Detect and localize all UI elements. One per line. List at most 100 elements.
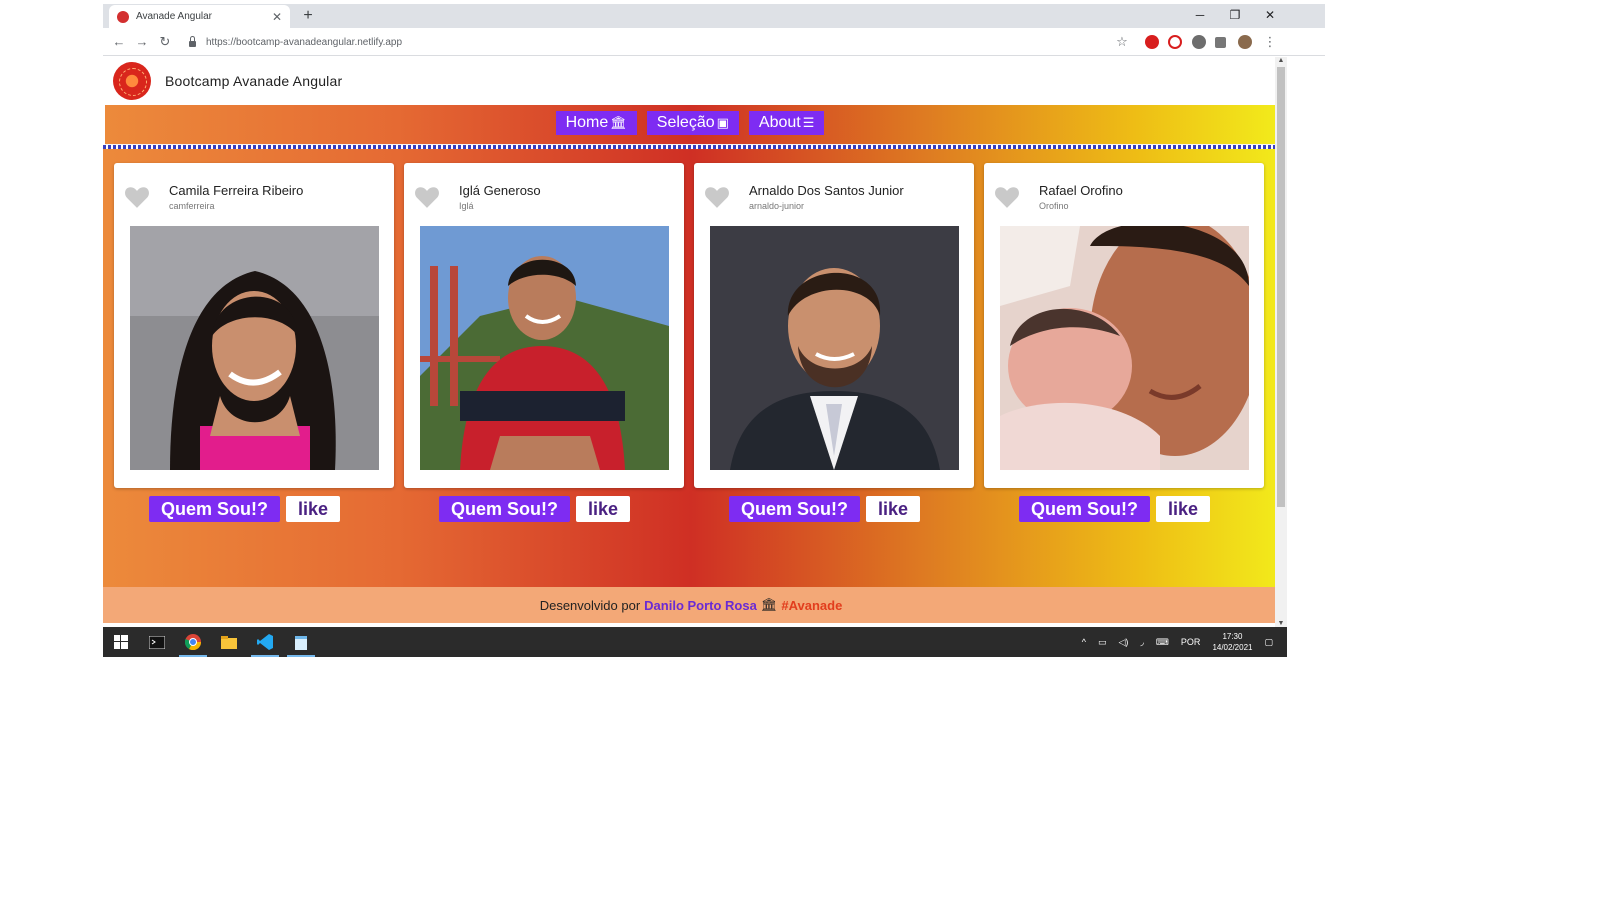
nav-home-label: Home — [565, 113, 609, 131]
footer-hashtag-link[interactable]: #Avanade — [781, 598, 842, 613]
quem-sou-button[interactable]: Quem Sou!? — [729, 496, 860, 522]
reload-button[interactable]: ↻ — [155, 32, 175, 52]
profile-card: Rafael Orofino Orofino — [984, 163, 1264, 488]
footer-prefix: Desenvolvido por — [539, 597, 641, 613]
profile-card-column: Iglá Generoso Iglá Quem Sou!? like — [404, 163, 684, 522]
file-explorer-icon[interactable] — [211, 627, 247, 657]
clock[interactable]: 17:30 14/02/2021 — [1212, 631, 1252, 653]
web-page: Bootcamp Avanade Angular Home 🏛 Seleção … — [103, 57, 1279, 627]
scroll-up-icon[interactable]: ▲ — [1275, 57, 1287, 64]
notification-icon[interactable]: ▢ — [1264, 637, 1273, 648]
profile-name: Rafael Orofino — [1039, 183, 1123, 198]
clock-date: 14/02/2021 — [1212, 643, 1253, 652]
profile-username: camferreira — [169, 201, 215, 211]
bookmark-star-icon[interactable]: ☆ — [1112, 32, 1132, 52]
nav-about[interactable]: About ☰ — [748, 110, 825, 135]
profile-photo — [130, 226, 379, 470]
like-button[interactable]: like — [576, 496, 631, 522]
close-window-button[interactable]: ✕ — [1253, 4, 1287, 28]
terminal-icon[interactable] — [139, 627, 175, 657]
heart-icon[interactable] — [124, 185, 150, 209]
tab-close-icon[interactable]: ✕ — [272, 10, 282, 24]
extension-record-icon[interactable] — [1192, 35, 1206, 49]
profile-card: Camila Ferreira Ribeiro camferreira — [114, 163, 394, 488]
nav-home[interactable]: Home 🏛 — [555, 110, 637, 135]
wifi-icon[interactable]: ◞ — [1140, 637, 1144, 648]
card-actions: Quem Sou!? like — [439, 496, 631, 522]
card-actions: Quem Sou!? like — [1019, 496, 1211, 522]
card-actions: Quem Sou!? like — [149, 496, 341, 522]
heart-icon[interactable] — [414, 185, 440, 209]
system-tray: ^ ▭ ◁) ◞ ⌨ POR 17:30 14/02/2021 ▢ — [1082, 627, 1287, 657]
profile-username: arnaldo-junior — [749, 201, 805, 211]
battery-icon[interactable]: ▭ — [1098, 637, 1107, 648]
back-button[interactable]: ← — [109, 32, 129, 52]
profile-name: Camila Ferreira Ribeiro — [169, 183, 304, 198]
card-actions: Quem Sou!? like — [729, 496, 921, 522]
scroll-thumb[interactable] — [1277, 67, 1285, 507]
app-title: Bootcamp Avanade Angular — [165, 73, 343, 89]
quem-sou-button[interactable]: Quem Sou!? — [1019, 496, 1150, 522]
bank-icon: 🏛 — [610, 114, 627, 130]
extension-block-icon[interactable] — [1168, 35, 1182, 49]
extensions-puzzle-icon[interactable] — [1215, 37, 1226, 48]
main-nav: Home 🏛 Seleção ▣ About ☰ — [105, 105, 1275, 147]
profile-card-column: Rafael Orofino Orofino Quem Sou!? like — [984, 163, 1264, 522]
bank-icon: 🏛 — [760, 597, 778, 612]
windows-taskbar: ^ ▭ ◁) ◞ ⌨ POR 17:30 14/02/2021 ▢ — [103, 627, 1287, 657]
clock-time: 17:30 — [1222, 632, 1243, 641]
url-text: https://bootcamp-avanadeangular.netlify.… — [206, 36, 403, 48]
quem-sou-button[interactable]: Quem Sou!? — [439, 496, 570, 522]
avanade-logo — [113, 62, 151, 100]
heart-icon[interactable] — [704, 185, 730, 209]
list-icon: ☰ — [802, 114, 815, 130]
profile-card-column: Camila Ferreira Ribeiro camferreira Quem… — [114, 163, 394, 522]
nav-about-label: About — [758, 113, 801, 131]
scroll-down-icon[interactable]: ▼ — [1275, 620, 1287, 627]
browser-tab[interactable]: Avanade Angular ✕ — [109, 5, 290, 28]
chevron-up-icon[interactable]: ^ — [1082, 637, 1086, 647]
footer-author-link[interactable]: Danilo Porto Rosa — [644, 598, 757, 613]
browser-toolbar: ← → ↻ https://bootcamp-avanadeangular.ne… — [103, 28, 1325, 56]
new-tab-button[interactable]: + — [298, 6, 318, 26]
browser-menu-icon[interactable]: ⋮ — [1260, 32, 1280, 52]
id-badge-icon: ▣ — [716, 114, 729, 130]
profile-card: Arnaldo Dos Santos Junior arnaldo-junior — [694, 163, 974, 488]
nav-divider — [103, 145, 1279, 149]
profile-photo — [1000, 226, 1249, 470]
favicon-icon — [117, 10, 129, 23]
profile-card: Iglá Generoso Iglá — [404, 163, 684, 488]
profile-username: Iglá — [459, 201, 474, 211]
windows-start-icon[interactable] — [103, 627, 139, 657]
volume-icon[interactable]: ◁) — [1119, 637, 1129, 648]
lock-icon — [189, 35, 196, 47]
like-button[interactable]: like — [866, 496, 921, 522]
tab-title: Avanade Angular — [136, 11, 212, 22]
address-bar[interactable]: https://bootcamp-avanadeangular.netlify.… — [181, 31, 1149, 53]
profile-avatar[interactable] — [1238, 35, 1252, 49]
forward-button[interactable]: → — [132, 32, 152, 52]
nav-selecao-label: Seleção — [656, 113, 715, 131]
profile-photo — [420, 226, 669, 470]
like-button[interactable]: like — [1156, 496, 1211, 522]
app-header: Bootcamp Avanade Angular — [103, 57, 1279, 105]
restore-button[interactable]: ❐ — [1218, 4, 1252, 28]
page-scrollbar[interactable]: ▲ ▼ — [1275, 57, 1287, 627]
nav-selecao[interactable]: Seleção ▣ — [646, 110, 739, 135]
tab-strip: Avanade Angular ✕ + ─ ❐ ✕ — [103, 4, 1325, 28]
language-indicator[interactable]: POR — [1181, 637, 1201, 647]
chrome-icon[interactable] — [175, 627, 211, 657]
vscode-icon[interactable] — [247, 627, 283, 657]
keyboard-icon[interactable]: ⌨ — [1156, 637, 1169, 648]
quem-sou-button[interactable]: Quem Sou!? — [149, 496, 280, 522]
notepad-icon[interactable] — [283, 627, 319, 657]
minimize-button[interactable]: ─ — [1183, 4, 1217, 28]
like-button[interactable]: like — [286, 496, 341, 522]
profile-cards: Camila Ferreira Ribeiro camferreira Quem… — [114, 163, 1274, 522]
heart-icon[interactable] — [994, 185, 1020, 209]
browser-window: Avanade Angular ✕ + ─ ❐ ✕ ← → ↻ https://… — [103, 4, 1325, 678]
extension-adblock-icon[interactable] — [1145, 35, 1159, 49]
profile-card-column: Arnaldo Dos Santos Junior arnaldo-junior — [694, 163, 974, 522]
page-footer: Desenvolvido por Danilo Porto Rosa 🏛 #Av… — [103, 587, 1279, 623]
profile-photo — [710, 226, 959, 470]
